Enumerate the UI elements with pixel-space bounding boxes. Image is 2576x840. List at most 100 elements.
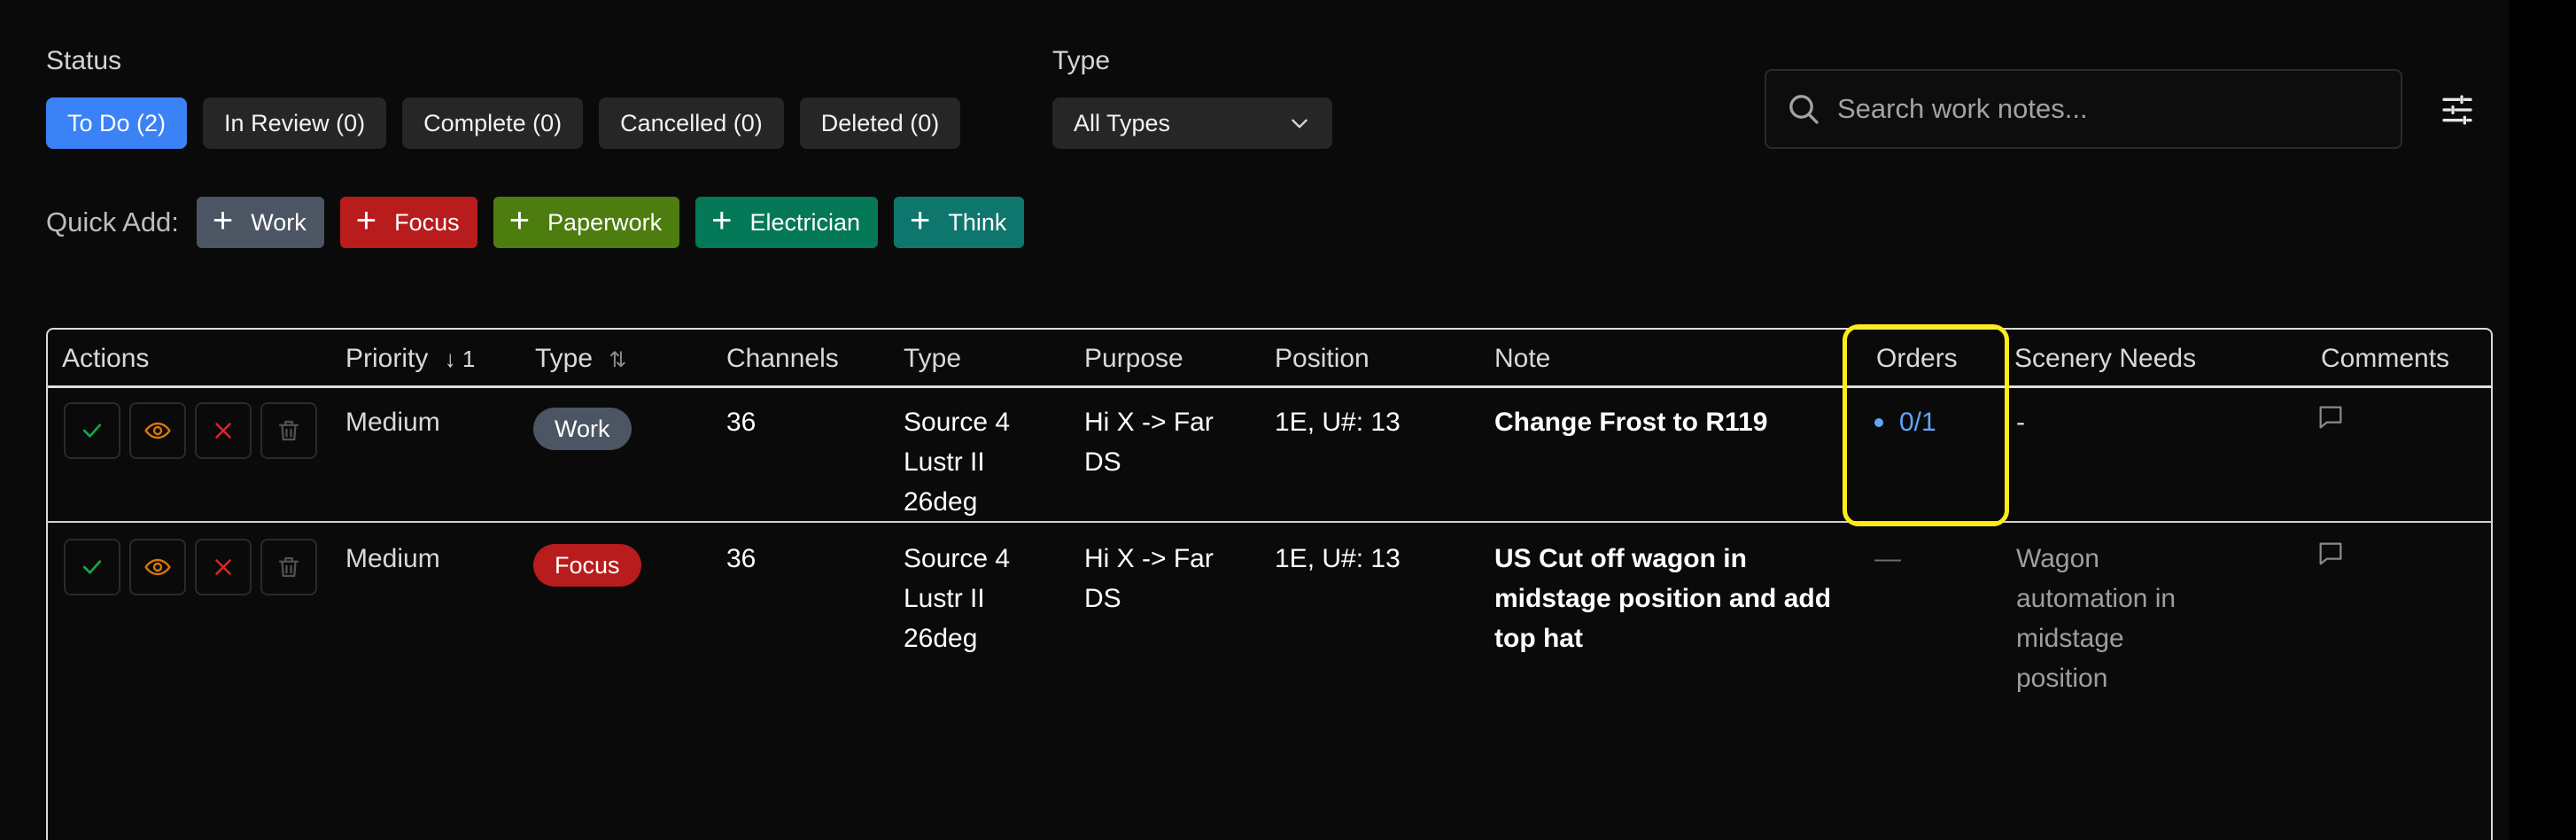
quick-add-think-button[interactable]: + Think <box>894 197 1025 248</box>
note-cell: Change Frost to R119 <box>1494 402 1767 442</box>
fixture-type-line: 26deg <box>904 624 978 653</box>
type-badge: Focus <box>533 544 641 587</box>
fixture-type-cell: Source 4 Lustr II 26deg <box>904 402 1010 522</box>
sort-desc-icon: ↓ 1 <box>444 346 476 372</box>
fixture-type-line: Lustr II <box>904 584 985 613</box>
orders-count: 0/1 <box>1899 408 1936 437</box>
priority-cell: Medium <box>345 408 440 437</box>
status-pill-deleted[interactable]: Deleted (0) <box>799 97 961 149</box>
cancel-button[interactable] <box>195 402 252 459</box>
quick-add-electrician-button[interactable]: + Electrician <box>695 197 879 248</box>
scenery-needs-cell: - <box>2016 402 2025 442</box>
app-stage: Status Type To Do (2) In Review (0) Comp… <box>0 0 2509 840</box>
purpose-cell: Hi X -> Far DS <box>1084 539 1214 618</box>
position-cell: 1E, U#: 13 <box>1275 408 1401 437</box>
note-line: US Cut off wagon in <box>1494 544 1747 573</box>
quick-add-paperwork-label: Paperwork <box>547 208 663 236</box>
close-icon <box>215 559 231 575</box>
table-row: Medium Focus 36 Source 4 Lustr II 26deg … <box>48 525 2491 840</box>
orders-cell: — <box>1874 544 1901 573</box>
header-actions: Actions <box>62 344 150 373</box>
cancel-button[interactable] <box>195 539 252 595</box>
delete-button[interactable] <box>260 539 317 595</box>
status-filter-group: To Do (2) In Review (0) Complete (0) Can… <box>46 97 961 149</box>
header-note: Note <box>1494 344 1551 373</box>
scenery-line: position <box>2016 664 2108 693</box>
purpose-line: DS <box>1084 584 1121 613</box>
plus-icon: + <box>508 201 531 240</box>
fixture-type-line: 26deg <box>904 487 978 517</box>
position-cell: 1E, U#: 13 <box>1275 544 1401 573</box>
delete-button[interactable] <box>260 402 317 459</box>
header-position: Position <box>1275 344 1369 373</box>
note-line: Change Frost to R119 <box>1494 408 1768 437</box>
status-filter-label: Status <box>46 46 122 75</box>
purpose-line: DS <box>1084 447 1121 477</box>
note-line: top hat <box>1494 624 1583 653</box>
plus-icon: + <box>212 201 234 240</box>
type-select[interactable]: All Types <box>1052 97 1332 149</box>
scenery-needs-cell: Wagon automation in midstage position <box>2016 539 2176 698</box>
scenery-line: automation in <box>2016 584 2176 613</box>
plus-icon: + <box>355 201 377 240</box>
orders-cell[interactable]: 0/1 <box>1874 402 1936 442</box>
header-orders: Orders <box>1876 344 1958 373</box>
header-priority[interactable]: Priority ↓ 1 <box>345 344 475 374</box>
table-header: Actions Priority ↓ 1 Type ⇅ Channels Typ… <box>48 330 2491 388</box>
approve-button[interactable] <box>64 539 120 595</box>
quick-add-label: Quick Add: <box>46 206 179 237</box>
purpose-line: Hi X -> Far <box>1084 544 1214 573</box>
quick-add-work-label: Work <box>251 208 306 236</box>
row-actions <box>64 402 317 459</box>
fixture-type-line: Source 4 <box>904 408 1011 437</box>
quick-add-work-button[interactable]: + Work <box>196 197 324 248</box>
purpose-cell: Hi X -> Far DS <box>1084 402 1214 482</box>
scenery-line: midstage <box>2016 624 2124 653</box>
comment-icon[interactable] <box>2316 402 2346 432</box>
eye-icon <box>144 422 171 439</box>
type-filter-label: Type <box>1052 46 1111 75</box>
header-comments: Comments <box>2321 344 2450 373</box>
work-notes-table: Actions Priority ↓ 1 Type ⇅ Channels Typ… <box>46 328 2493 840</box>
sort-icon: ⇅ <box>609 348 627 372</box>
check-icon <box>82 560 102 574</box>
eye-icon <box>144 558 171 576</box>
status-pill-cancelled[interactable]: Cancelled (0) <box>599 97 784 149</box>
comment-icon[interactable] <box>2316 539 2346 569</box>
fixture-type-cell: Source 4 Lustr II 26deg <box>904 539 1010 658</box>
quick-add-think-label: Think <box>948 208 1007 236</box>
channels-cell: 36 <box>726 408 757 437</box>
quick-add-bar: Quick Add: + Work + Focus + Paperwork + … <box>46 197 1025 248</box>
quick-add-paperwork-button[interactable]: + Paperwork <box>493 197 680 248</box>
status-dot-icon <box>1874 417 1883 427</box>
view-button[interactable] <box>129 402 186 459</box>
header-priority-label: Priority <box>345 344 429 373</box>
search-input[interactable] <box>1837 93 2369 125</box>
row-actions <box>64 539 317 595</box>
close-icon <box>215 423 231 439</box>
status-pill-complete[interactable]: Complete (0) <box>402 97 584 149</box>
status-pill-in-review[interactable]: In Review (0) <box>203 97 387 149</box>
priority-cell: Medium <box>345 544 440 573</box>
header-type[interactable]: Type ⇅ <box>535 344 627 374</box>
table-row: Medium Work 36 Source 4 Lustr II 26deg H… <box>48 388 2491 523</box>
search-icon <box>1789 95 1819 124</box>
view-button[interactable] <box>129 539 186 595</box>
trash-icon <box>278 556 299 578</box>
note-cell: US Cut off wagon in midstage position an… <box>1494 539 1831 658</box>
quick-add-focus-button[interactable]: + Focus <box>339 197 477 248</box>
header-channels: Channels <box>726 344 839 373</box>
plus-icon: + <box>711 201 733 240</box>
note-line: midstage position and add <box>1494 584 1832 613</box>
fixture-type-line: Lustr II <box>904 447 985 477</box>
sliders-icon[interactable] <box>2440 92 2475 128</box>
channels-cell: 36 <box>726 544 757 573</box>
type-select-value: All Types <box>1074 109 1171 136</box>
approve-button[interactable] <box>64 402 120 459</box>
status-pill-todo[interactable]: To Do (2) <box>46 97 188 149</box>
header-scenery-needs: Scenery Needs <box>2014 344 2197 373</box>
scenery-line: Wagon <box>2016 544 2099 573</box>
purpose-line: Hi X -> Far <box>1084 408 1214 437</box>
plus-icon: + <box>910 201 931 240</box>
header-type-label: Type <box>535 344 594 373</box>
